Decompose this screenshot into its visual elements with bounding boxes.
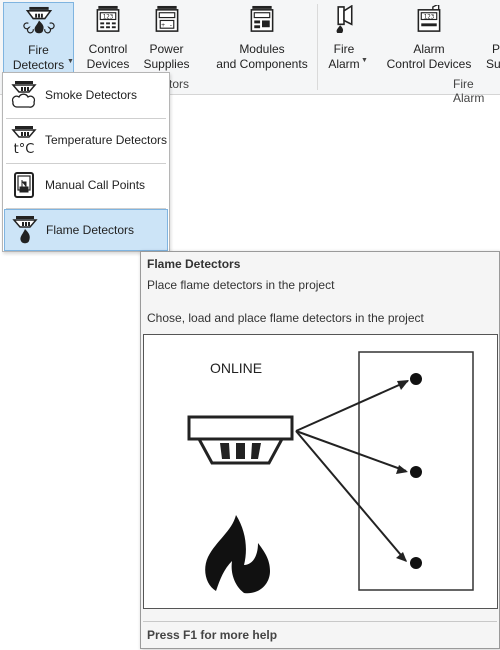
ribbon-separator	[317, 4, 318, 90]
modules-label-1: Modules	[239, 42, 285, 56]
tooltip-long-description: Chose, load and place flame detectors in…	[147, 311, 424, 325]
modules-label-2: and Components	[216, 57, 308, 71]
flame-detector-diagram	[187, 351, 474, 594]
tooltip-separator	[143, 621, 497, 622]
manual-call-point-icon	[14, 172, 34, 198]
svg-text:123: 123	[424, 15, 435, 21]
power-supplies-label-1: Power	[149, 42, 184, 56]
menu-item-manual-call-points[interactable]: Manual Call Points	[4, 164, 168, 206]
control-device-icon: 123	[96, 5, 120, 32]
power-supplies-button[interactable]: + - Power Supplies	[143, 2, 190, 72]
fire-detectors-button[interactable]: Fire Detectors ▼	[3, 2, 74, 74]
modules-and-components-button[interactable]: Modules and Components	[214, 2, 310, 72]
svg-text:-: -	[169, 22, 171, 29]
fire-alarm-label-2: Alarm	[328, 57, 360, 71]
alarm-control-devices-button[interactable]: 123 Alarm Control Devices	[383, 2, 475, 72]
partial-label-1: P	[492, 42, 500, 56]
control-devices-label-2: Devices	[86, 57, 130, 71]
tooltip-description: Place flame detectors in the project	[147, 278, 335, 292]
partial-ribbon-button[interactable]: P Su	[481, 2, 500, 72]
flame-detector-icon	[12, 216, 38, 244]
fire-alarm-label-1: Fire	[333, 42, 355, 56]
fire-alarm-button[interactable]: Fire Alarm ▼	[324, 2, 368, 72]
alarm-control-devices-label-1: Alarm	[413, 42, 445, 56]
svg-text:t°C: t°C	[14, 142, 35, 155]
svg-text:123: 123	[103, 15, 114, 21]
partial-button-icon	[481, 5, 491, 34]
fire-alarm-icon	[336, 5, 353, 34]
zone-dot	[410, 557, 422, 569]
zone-dot	[410, 466, 422, 478]
flame-icon	[205, 515, 270, 594]
menu-item-flame-detectors[interactable]: Flame Detectors	[4, 209, 168, 251]
menu-item-temperature-detectors[interactable]: t°C Temperature Detectors	[4, 119, 168, 161]
tooltip-title: Flame Detectors	[147, 257, 241, 271]
power-supplies-label-2: Supplies	[143, 57, 190, 71]
menu-item-label: Smoke Detectors	[45, 88, 138, 102]
fire-detectors-label-2: Detectors	[12, 58, 65, 72]
control-devices-button[interactable]: 123 Control Devices	[85, 2, 131, 72]
fire-detectors-dropdown-menu: Smoke Detectors t°C Temperature Detector…	[2, 72, 170, 252]
detector-head-icon	[187, 415, 294, 465]
tooltip-help-text: Press F1 for more help	[147, 628, 278, 642]
module-icon	[250, 5, 274, 32]
svg-text:+: +	[161, 22, 165, 29]
chevron-down-icon: ▼	[361, 57, 368, 64]
power-supply-icon: + -	[155, 5, 178, 32]
menu-item-smoke-detectors[interactable]: Smoke Detectors	[4, 74, 168, 116]
alarm-control-device-icon: 123	[417, 5, 441, 32]
menu-item-label: Temperature Detectors	[45, 133, 168, 147]
control-devices-label-1: Control	[88, 42, 128, 56]
temperature-detector-icon: t°C	[11, 126, 37, 155]
menu-item-label: Manual Call Points	[45, 178, 146, 192]
chevron-down-icon: ▼	[67, 58, 74, 65]
tooltip-illustration: ONLINE	[143, 334, 498, 609]
fire-detectors-label-1: Fire	[28, 43, 49, 57]
group-label-fire-alarm: Fire Alarm	[453, 77, 485, 105]
zone-dot	[410, 373, 422, 385]
alarm-control-devices-label-2: Control Devices	[386, 57, 472, 71]
menu-item-label: Flame Detectors	[46, 223, 135, 237]
flame-detectors-tooltip: Flame Detectors Place flame detectors in…	[140, 251, 500, 649]
smoke-detector-icon	[11, 81, 37, 108]
partial-label-2: Su	[486, 57, 500, 71]
fire-detector-icon	[22, 6, 55, 34]
